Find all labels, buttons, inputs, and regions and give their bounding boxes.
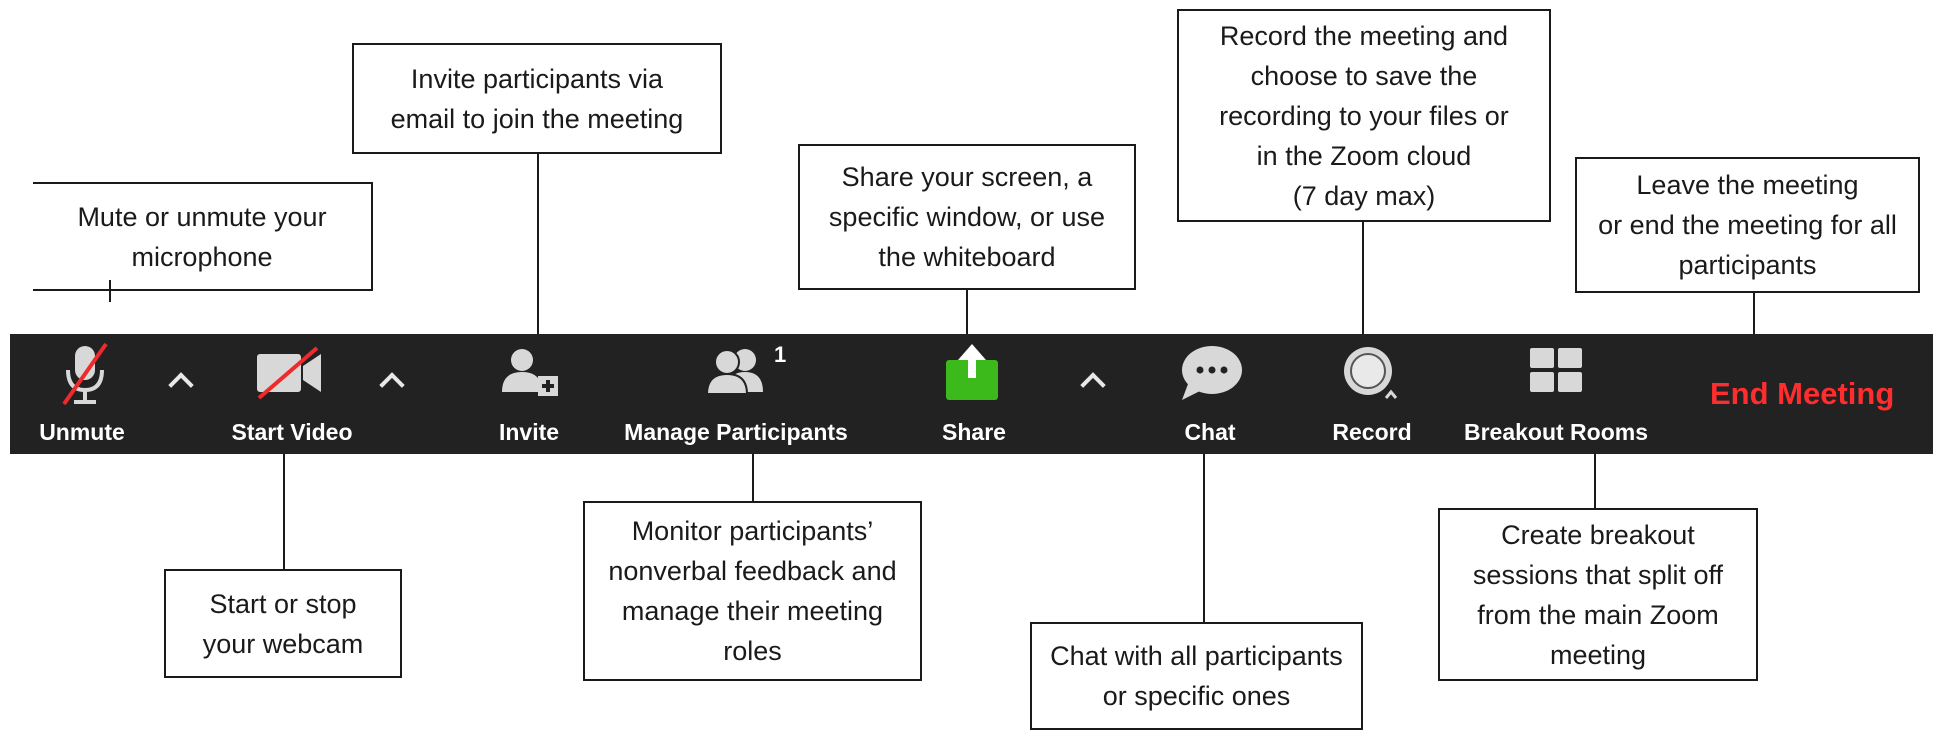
- add-person-icon: [502, 349, 558, 396]
- record-button[interactable]: Record: [1310, 334, 1430, 454]
- connector-chat: [1203, 454, 1205, 622]
- record-label: Record: [1332, 419, 1412, 445]
- speech-bubble-icon: [1182, 346, 1242, 400]
- video-options-caret[interactable]: [379, 372, 405, 398]
- manage-participants-label: Manage Participants: [624, 419, 848, 445]
- invite-label: Invite: [498, 419, 560, 445]
- invite-button[interactable]: Invite: [470, 334, 590, 454]
- connector-mute: [109, 280, 111, 302]
- callout-webcam: Start or stop your webcam: [164, 569, 402, 678]
- callout-chat: Chat with all participants or specific o…: [1030, 622, 1363, 730]
- participants-count-badge: 1: [774, 342, 787, 367]
- connector-leave: [1753, 293, 1755, 334]
- meeting-toolbar: Unmute Start Video Invite 1 Manage Parti…: [10, 334, 1933, 454]
- connector-record: [1362, 222, 1364, 334]
- callout-record: Record the meeting and choose to save th…: [1177, 9, 1551, 222]
- start-video-label: Start Video: [231, 419, 353, 445]
- manage-participants-button[interactable]: 1 Manage Participants: [610, 334, 860, 454]
- callout-mute: Mute or unmute your microphone: [33, 182, 373, 291]
- unmute-label: Unmute: [39, 419, 125, 445]
- breakout-rooms-label: Breakout Rooms: [1463, 419, 1649, 445]
- grid-icon: [1530, 348, 1582, 392]
- breakout-rooms-button[interactable]: Breakout Rooms: [1450, 334, 1660, 454]
- connector-breakout: [1594, 454, 1596, 508]
- connector-webcam: [283, 454, 285, 569]
- microphone-muted-icon: [62, 342, 108, 406]
- connector-participants: [752, 454, 754, 501]
- chat-button[interactable]: Chat: [1150, 334, 1270, 454]
- people-icon: [705, 349, 763, 395]
- share-button[interactable]: Share: [910, 334, 1030, 454]
- callout-leave: Leave the meeting or end the meeting for…: [1575, 157, 1920, 293]
- callout-share: Share your screen, a specific window, or…: [798, 144, 1136, 290]
- callout-invite: Invite participants via email to join th…: [352, 43, 722, 154]
- connector-invite: [537, 154, 539, 334]
- share-label: Share: [942, 419, 1006, 445]
- start-video-button[interactable]: Start Video: [210, 334, 380, 454]
- connector-share: [966, 290, 968, 334]
- record-circle-icon: [1344, 347, 1398, 399]
- unmute-button[interactable]: Unmute: [10, 334, 160, 454]
- callout-participants: Monitor participants’ nonverbal feedback…: [583, 501, 922, 681]
- share-options-caret[interactable]: [1080, 372, 1106, 398]
- camera-off-icon: [257, 346, 321, 400]
- callout-breakout: Create breakout sessions that split off …: [1438, 508, 1758, 681]
- share-arrow-icon: [946, 344, 998, 400]
- end-meeting-button[interactable]: End Meeting: [1710, 376, 1894, 412]
- chat-label: Chat: [1184, 419, 1236, 445]
- audio-options-caret[interactable]: [168, 372, 194, 398]
